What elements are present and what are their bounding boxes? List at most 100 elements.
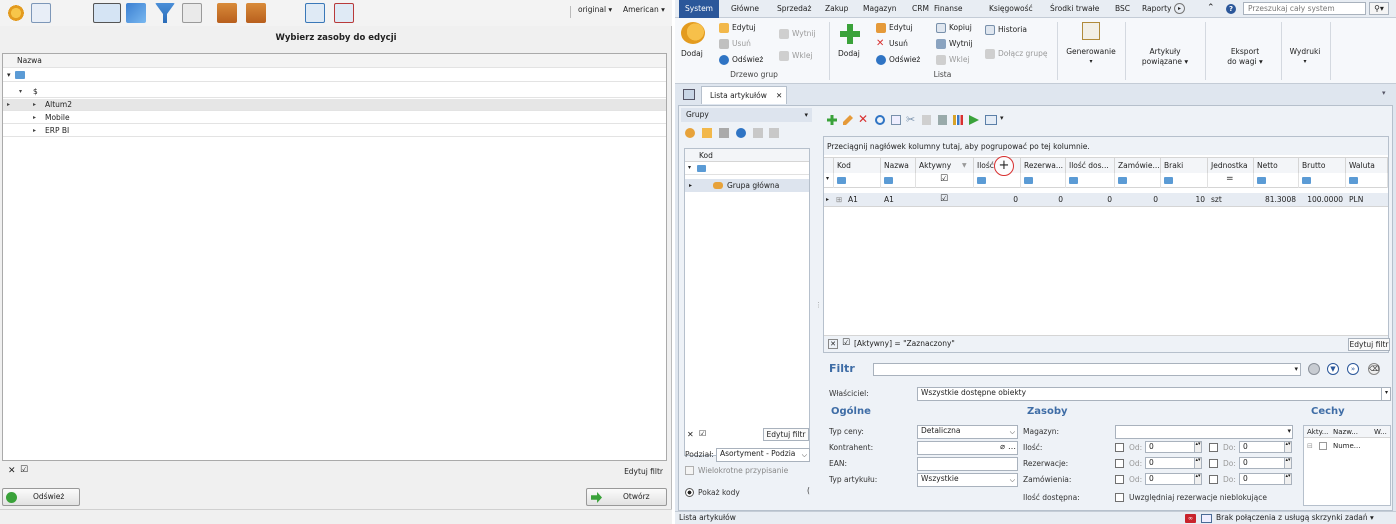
window-out-icon[interactable] <box>334 3 354 23</box>
tabs-dropdown-icon[interactable]: ▾ <box>1382 89 1386 97</box>
filter-cell-braki[interactable] <box>1161 173 1208 188</box>
chevron-down-icon[interactable]: ▾ <box>1000 114 1004 122</box>
groups-collapse-icon[interactable]: ▾ <box>804 108 808 122</box>
groups-edit-filter-button[interactable]: Edytuj filtr <box>763 428 809 441</box>
related-articles-button-line2[interactable]: powiązane ▾ <box>1133 56 1197 68</box>
clear-filter-icon[interactable]: ✕ <box>687 430 694 439</box>
original-dropdown[interactable]: original ▾ <box>578 5 612 14</box>
filter-cell-ilosc-dostepna[interactable] <box>1066 173 1115 188</box>
cut-group-button[interactable]: Wytnij <box>779 28 816 40</box>
column-header-netto[interactable]: Netto <box>1254 158 1299 173</box>
paste-group-button[interactable]: Wklej <box>779 50 813 62</box>
settings-gear-icon[interactable] <box>6 3 26 23</box>
reservations-from-input[interactable]: 0 <box>1145 457 1195 469</box>
menu-crm[interactable]: CRM <box>912 0 929 18</box>
help-icon[interactable]: ? <box>1226 4 1236 14</box>
clear-filter-eraser-icon[interactable]: ⌫ <box>1368 363 1380 375</box>
qty-from-spinner[interactable]: ▴▾ <box>1194 441 1202 453</box>
cell-aktywny-checkbox[interactable]: ☑ <box>940 193 948 206</box>
apply-filter-funnel-icon[interactable]: ▼ <box>1327 363 1339 375</box>
orders-to-checkbox[interactable] <box>1209 475 1218 484</box>
contractor-input[interactable]: ⌀… <box>917 441 1018 455</box>
orders-checkbox[interactable] <box>1115 475 1124 484</box>
orders-to-spinner[interactable]: ▴▾ <box>1284 473 1292 485</box>
column-header-brutto[interactable]: Brutto <box>1299 158 1346 173</box>
clear-contractor-icon[interactable]: ⌀ <box>1000 442 1005 452</box>
qty-checkbox[interactable] <box>1115 443 1124 452</box>
menu-ksiegowosc[interactable]: Księgowość <box>989 0 1033 18</box>
view-options-icon[interactable] <box>985 115 997 125</box>
non-blocking-checkbox[interactable] <box>1115 493 1124 502</box>
filter-settings-icon[interactable] <box>1308 363 1320 375</box>
add-group-icon[interactable] <box>681 22 705 44</box>
edit-group-small-icon[interactable] <box>702 128 712 138</box>
paste-article-button[interactable]: Wklej <box>936 54 970 66</box>
edit-article-button[interactable]: Edytuj <box>876 22 913 34</box>
menu-glowne[interactable]: Główne <box>731 0 759 18</box>
warehouse-select[interactable]: ▾ <box>1115 425 1293 439</box>
pencil-icon[interactable] <box>843 115 853 125</box>
refresh-button[interactable]: Odśwież <box>2 488 80 506</box>
add-group-small-icon[interactable] <box>685 128 695 138</box>
task-mailbox-status[interactable]: Brak połączenia z usługą skrzynki zadań … <box>1216 513 1374 522</box>
refresh-icon[interactable] <box>875 115 885 125</box>
collapse-icon[interactable]: ▾ <box>19 86 22 97</box>
owner-select[interactable]: Wszystkie dostępne obiekty ▾ <box>917 387 1391 401</box>
copy-icon[interactable] <box>182 3 202 23</box>
paste-small-icon[interactable] <box>769 128 779 138</box>
cut-small-icon[interactable] <box>753 128 763 138</box>
filter-cell-aktywny[interactable]: ☑ <box>916 173 974 188</box>
document-icon[interactable] <box>938 115 947 125</box>
expand-icon[interactable]: ▸ <box>33 112 36 123</box>
qty-to-spinner[interactable]: ▴▾ <box>1284 441 1292 453</box>
export-scale-button-line2[interactable]: do wagi ▾ <box>1215 56 1275 68</box>
qty-to-checkbox[interactable] <box>1209 443 1218 452</box>
multi-assign-checkbox[interactable] <box>685 466 694 475</box>
copy-icon[interactable] <box>891 115 901 125</box>
orders-from-spinner[interactable]: ▴▾ <box>1194 473 1202 485</box>
expand-icon[interactable]: ▸ <box>33 99 36 110</box>
search-icon[interactable]: ⚲▾ <box>1369 2 1389 15</box>
filter-cell-jednostka[interactable]: = <box>1208 173 1254 188</box>
add-group-button[interactable]: Dodaj <box>681 48 703 60</box>
delete-group-button[interactable]: Usuń <box>719 38 751 50</box>
filter-cell-zamowienia[interactable] <box>1115 173 1161 188</box>
column-header-zamowienia[interactable]: Zamówie... <box>1115 158 1161 173</box>
expand-icon[interactable]: ▸ <box>33 125 36 136</box>
cut-article-button[interactable]: Wytnij <box>936 38 973 50</box>
user-card-icon[interactable] <box>31 3 51 23</box>
features-row[interactable]: ⊟ Nume... <box>1304 440 1390 452</box>
column-header-rezerwacje[interactable]: Rezerwa... <box>1021 158 1066 173</box>
menu-zakup[interactable]: Zakup <box>825 0 848 18</box>
add-article-button[interactable]: Dodaj <box>838 48 860 60</box>
column-header-jednostka[interactable]: Jednostka <box>1208 158 1254 173</box>
tree-row-mobile[interactable]: ▸ Mobile <box>3 112 666 124</box>
column-header-waluta[interactable]: Waluta <box>1346 158 1388 173</box>
clear-filter-icon[interactable]: ✕ <box>828 339 838 349</box>
filter-check-icon[interactable]: ☑ <box>20 465 28 475</box>
scissors-icon[interactable]: ✂ <box>906 113 915 126</box>
filter-condition-icon[interactable] <box>15 71 25 79</box>
filter-cell-netto[interactable] <box>1254 173 1299 188</box>
expand-filter-icon[interactable]: » <box>1347 363 1359 375</box>
minimize-ribbon-icon[interactable]: ⌃ <box>1207 3 1215 13</box>
filter-funnel-icon[interactable]: ▼ <box>962 158 967 173</box>
reservations-to-spinner[interactable]: ▴▾ <box>1284 457 1292 469</box>
qty-to-input[interactable]: 0 <box>1239 441 1285 453</box>
orders-from-input[interactable]: 0 <box>1145 473 1195 485</box>
division-select[interactable]: Asortyment - Podzia ⌵ <box>716 448 810 462</box>
price-type-select[interactable]: Detaliczna ⌵ <box>917 425 1018 439</box>
menu-raporty[interactable]: Raporty <box>1142 0 1171 18</box>
reservations-from-spinner[interactable]: ▴▾ <box>1194 457 1202 469</box>
refresh-group-button[interactable]: Odśwież <box>719 54 763 66</box>
expand-row-icon[interactable]: ⊞ <box>836 193 842 206</box>
edit-group-button[interactable]: Edytuj <box>719 22 756 34</box>
articles-edit-filter-button[interactable]: Edytuj filtr <box>1348 338 1390 351</box>
open-button[interactable]: Otwórz <box>586 488 667 506</box>
menu-srodki-trwale[interactable]: Środki trwałe <box>1050 0 1099 18</box>
window-list-icon[interactable] <box>683 89 695 100</box>
browse-contractor-icon[interactable]: … <box>1008 442 1016 452</box>
column-header-aktywny[interactable]: Aktywny ▼ <box>916 158 974 173</box>
language-dropdown[interactable]: American ▾ <box>623 5 665 14</box>
show-codes-radio[interactable] <box>685 488 694 497</box>
